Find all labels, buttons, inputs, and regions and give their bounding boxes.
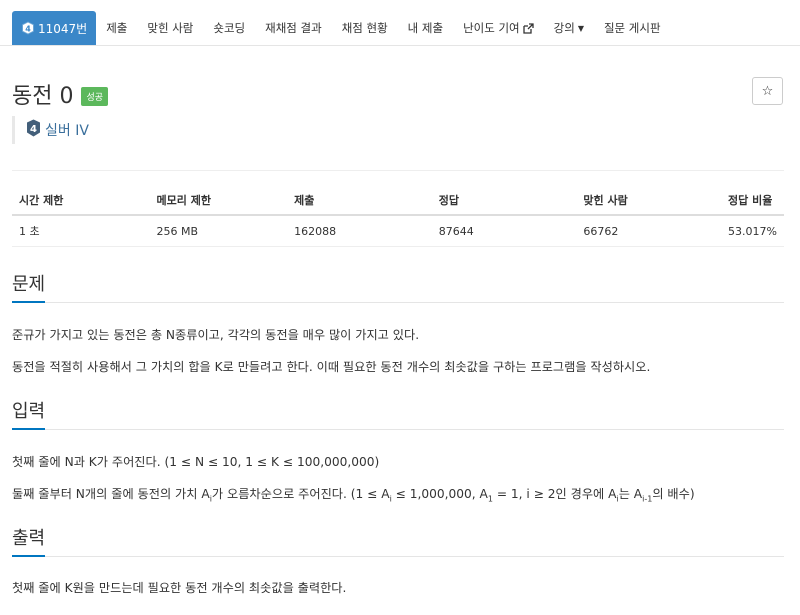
header-memory-limit: 메모리 제한 — [149, 186, 288, 216]
tab-my-submissions-label: 내 제출 — [407, 21, 444, 35]
problem-text-line-1: 준규가 가지고 있는 동전은 총 N종류이고, 각각의 동전을 매우 많이 가지… — [12, 328, 420, 342]
problem-tier: 4 실버 IV — [12, 116, 89, 144]
section-divider — [12, 302, 784, 303]
tab-problem-label: 11047번 — [38, 21, 88, 36]
tab-rejudge-results-label: 재채점 결과 — [265, 21, 322, 35]
external-link-icon — [522, 22, 534, 34]
problem-description-section: 문제 — [12, 270, 788, 303]
caret-down-icon: ▼ — [577, 23, 584, 33]
input-text-line-2: 둘째 줄부터 N개의 줄에 동전의 가치 Ai가 오름차순으로 주어진다. (1… — [12, 484, 695, 503]
tab-short-coding[interactable]: 숏코딩 — [203, 11, 255, 45]
nav-divider — [0, 45, 800, 46]
memory-limit-value: 256 MB — [149, 215, 288, 247]
tier-label[interactable]: 실버 IV — [45, 120, 89, 140]
status-badge: 성공 — [81, 87, 109, 106]
header-time-limit: 시간 제한 — [12, 186, 150, 216]
tab-solved-users[interactable]: 맞힌 사람 — [137, 11, 203, 45]
problem-info-table: 시간 제한 메모리 제한 제출 정답 맞힌 사람 정답 비율 1 초 256 M… — [12, 186, 784, 247]
header-submissions: 제출 — [287, 186, 432, 216]
star-icon: ☆ — [761, 83, 774, 99]
table-header-row: 시간 제한 메모리 제한 제출 정답 맞힌 사람 정답 비율 — [12, 186, 784, 216]
output-section: 출력 — [12, 524, 788, 557]
problem-title: 동전 0 — [12, 84, 74, 109]
svg-text:4: 4 — [30, 124, 37, 135]
tab-judge-status[interactable]: 채점 현황 — [332, 11, 398, 45]
tab-lectures-dropdown[interactable]: 강의 ▼ — [544, 11, 594, 45]
section-divider — [12, 556, 784, 557]
correct-value: 87644 — [431, 215, 577, 247]
silver-tier-icon: 4 — [26, 119, 41, 141]
section-heading-output: 출력 — [12, 524, 46, 557]
svg-text:4: 4 — [25, 24, 31, 33]
tab-difficulty-label: 난이도 기여 — [463, 21, 520, 35]
tab-solved-users-label: 맞힌 사람 — [147, 21, 194, 35]
tab-judge-status-label: 채점 현황 — [341, 21, 388, 35]
problem-nav-tabs: 4 11047번 제출 맞힌 사람 숏코딩 재채점 결과 채점 현황 내 제출 … — [12, 11, 788, 45]
tab-submit-label: 제출 — [106, 21, 128, 35]
favorite-star-button[interactable]: ☆ — [752, 77, 783, 105]
header-solved-users: 맞힌 사람 — [576, 186, 722, 216]
tab-difficulty-contribution[interactable]: 난이도 기여 — [453, 11, 544, 45]
tab-rejudge-results[interactable]: 재채점 결과 — [255, 11, 332, 45]
subscript: i-1 — [642, 494, 653, 504]
section-divider — [12, 429, 784, 430]
text-part: 는 A — [618, 487, 643, 501]
header-divider — [12, 170, 784, 171]
text-part: = 1, i ≥ 2인 경우에 A — [492, 487, 617, 501]
input-text-line-1: 첫째 줄에 N과 K가 주어진다. (1 ≤ N ≤ 10, 1 ≤ K ≤ 1… — [12, 455, 380, 469]
time-limit-value: 1 초 — [12, 215, 150, 247]
tab-problem[interactable]: 4 11047번 — [12, 11, 97, 45]
tab-question-board-label: 질문 게시판 — [603, 21, 661, 35]
text-part: 가 오름차순으로 주어진다. (1 ≤ A — [211, 487, 390, 501]
problem-text-line-2: 동전을 적절히 사용해서 그 가치의 합을 K로 만들려고 한다. 이때 필요한… — [12, 360, 651, 374]
tab-my-submissions[interactable]: 내 제출 — [398, 11, 453, 45]
text-part: ≤ 1,000,000, A — [391, 487, 488, 501]
solved-users-value: 66762 — [576, 215, 722, 247]
text-part: 둘째 줄부터 N개의 줄에 동전의 가치 A — [12, 487, 210, 501]
table-row: 1 초 256 MB 162088 87644 66762 53.017% — [12, 215, 784, 247]
text-part: 의 배수) — [652, 487, 695, 501]
tab-short-coding-label: 숏코딩 — [213, 21, 246, 35]
tab-submit[interactable]: 제출 — [96, 11, 137, 45]
header-correct-ratio: 정답 비율 — [721, 186, 784, 216]
problem-header: 동전 0 성공 — [12, 78, 109, 110]
output-text-line-1: 첫째 줄에 K원을 만드는데 필요한 동전 개수의 최솟값을 출력한다. — [12, 581, 347, 595]
tab-question-board[interactable]: 질문 게시판 — [594, 11, 671, 45]
section-heading-input: 입력 — [12, 397, 46, 430]
silver-tier-icon: 4 — [21, 21, 35, 35]
submissions-value: 162088 — [287, 215, 432, 247]
correct-ratio-value: 53.017% — [721, 215, 784, 247]
input-section: 입력 — [12, 397, 788, 430]
tab-lectures-label: 강의 — [553, 21, 575, 35]
header-correct: 정답 — [431, 186, 577, 216]
section-heading-problem: 문제 — [12, 270, 46, 303]
